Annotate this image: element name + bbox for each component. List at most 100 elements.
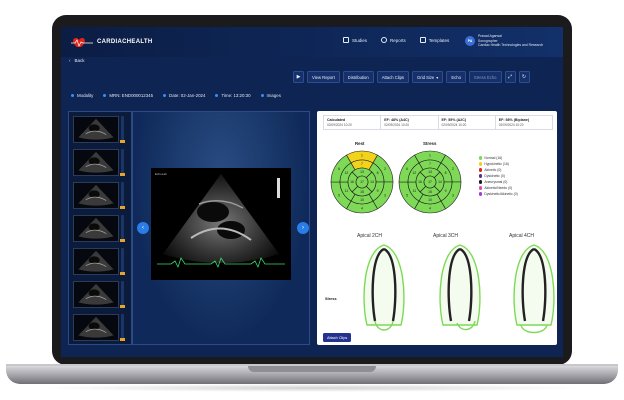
legend-label: Aneurysmal (0): [484, 180, 508, 184]
legend-item: Dyskinetic/Akinetic (0): [479, 191, 518, 197]
templates-icon: [419, 37, 426, 43]
brand-name: CARDIACHEALTH: [97, 39, 153, 45]
echo-thumbnail[interactable]: [73, 116, 119, 143]
user-menu[interactable]: PA Prasad Agarwal Sonographer Cardiac He…: [465, 34, 543, 48]
ef-card-title: EF: 48% (A4C): [384, 118, 409, 122]
echo-thumbnail[interactable]: [73, 248, 119, 275]
thumbnail-scrollbar[interactable]: [121, 116, 124, 143]
legend-label: Normal (16): [484, 156, 503, 160]
app-screen: CARDIACHEALTH Studies Reports Templates …: [61, 27, 563, 357]
stress-echo-tab[interactable]: Stress Echo: [468, 71, 502, 83]
nav-reports[interactable]: Reports: [381, 37, 406, 43]
grid-size-dropdown[interactable]: Grid Size ▾: [412, 71, 444, 83]
nav-studies-label: Studies: [352, 37, 368, 43]
chevron-left-icon: ‹: [142, 225, 144, 231]
avatar: PA: [465, 35, 475, 46]
brand-logo[interactable]: CARDIACHEALTH: [71, 35, 152, 49]
bullseye-segment-number: 2: [384, 167, 386, 171]
info-mrn-text: MRN: END000012345: [109, 93, 154, 98]
thumbnail-image: [78, 118, 114, 140]
thumbnail-image: [78, 283, 114, 305]
legend-swatch-icon: [479, 174, 483, 178]
chevron-down-icon: ▾: [436, 74, 439, 80]
view-report-button[interactable]: View Report: [307, 71, 340, 83]
info-date-text: Date: 02-Jan-2024: [169, 93, 206, 98]
apical-3ch-diagram: [439, 244, 481, 331]
thumbnail-marker: [120, 239, 125, 242]
refresh-button[interactable]: ↻: [518, 71, 530, 83]
echo-thumbnail[interactable]: [73, 281, 119, 308]
prev-image-button[interactable]: ‹: [137, 222, 149, 234]
thumbnail-strip: [68, 111, 132, 345]
attach-clips-report-button[interactable]: Attach Clips: [323, 333, 352, 342]
back-label: Back: [74, 58, 85, 63]
thumbnail-scrollbar[interactable]: [121, 182, 124, 209]
back-link[interactable]: ‹ Back: [69, 58, 85, 63]
apical-4ch-title: Apical 4CH: [509, 233, 535, 239]
bullseye-segment-number: 2: [452, 167, 454, 171]
apical-2ch-title: Apical 2CH: [357, 233, 383, 239]
echo-thumbnail[interactable]: [73, 314, 119, 341]
thumbnail-scrollbar[interactable]: [121, 248, 124, 275]
bullseye-segment-number: 5: [338, 193, 340, 197]
top-nav: Studies Reports Templates: [343, 37, 449, 43]
ef-card-title: Calculated: [327, 118, 346, 122]
nav-templates[interactable]: Templates: [419, 37, 449, 43]
user-org: Cardiac Health Technologies and Research: [478, 43, 544, 48]
bullseye-segment-number: 7: [429, 162, 431, 166]
bullseye-segment-number: 16: [418, 180, 422, 184]
thumbnail-image: [78, 217, 114, 239]
report-panel: Calculated 02/09/2024 10:20 EF: 48% (A4C…: [317, 111, 557, 345]
thumbnail-marker: [120, 305, 125, 308]
laptop-notch: [248, 366, 376, 372]
bullseye-segment-number: 10: [360, 198, 364, 202]
bullseye-segment-number: 7: [361, 162, 363, 166]
legend-label: Akinetic/Needs (0): [484, 186, 513, 190]
bullseye-segment-number: 10: [428, 198, 432, 202]
attach-clips-button[interactable]: Attach Clips: [376, 71, 410, 83]
thumbnail-marker: [120, 140, 125, 143]
echo-thumbnail[interactable]: [73, 149, 119, 176]
bullseye-segment-number: 6: [338, 167, 340, 171]
thumbnail-scrollbar[interactable]: [121, 215, 124, 242]
stress-row-label: Stress: [325, 297, 337, 301]
nav-studies[interactable]: Studies: [343, 37, 367, 43]
bullseye-segment-number: 15: [360, 190, 364, 194]
thumbnail-marker: [120, 206, 125, 209]
bullseye-segment-number: 3: [452, 193, 454, 197]
ef-card: EF: 48% (A4C) 02/09/2024 10:20: [381, 116, 439, 129]
play-button[interactable]: ▶: [293, 71, 304, 83]
thumbnail-scrollbar[interactable]: [121, 314, 124, 341]
echo-thumbnail[interactable]: [73, 182, 119, 209]
bullseye-segment-number: 8: [377, 171, 379, 175]
bullseye-segment-number: 14: [438, 180, 442, 184]
rest-bullseye: 123456789101112 13141516 17: [330, 150, 394, 214]
info-modality-text: Modality: [77, 93, 94, 98]
apical-3ch-title: Apical 3CH: [433, 233, 459, 239]
top-bar: CARDIACHEALTH Studies Reports Templates …: [61, 27, 563, 57]
bullseye-segment-number: 11: [345, 189, 349, 193]
bullseye-segment-number: 13: [428, 170, 432, 174]
stress-bullseye: 123456789101112 13141516 17: [398, 150, 462, 214]
echo-tab[interactable]: Echo: [446, 71, 466, 83]
bullseye-segment-number: 9: [445, 189, 447, 193]
ef-card-date: 02/09/2024 10:20: [384, 123, 410, 127]
heart-logo-icon: [71, 38, 93, 47]
legend-label: Akinetic (0): [484, 168, 502, 172]
bullseye-segment-number: 3: [384, 193, 386, 197]
thumbnail-scrollbar[interactable]: [121, 281, 124, 308]
echo-thumbnail[interactable]: [73, 215, 119, 242]
dot-icon: [215, 94, 219, 97]
echo-image[interactable]: EchoLab: [151, 168, 291, 280]
nav-reports-label: Reports: [390, 37, 406, 43]
ef-card-title: EF: 55% (A2C): [441, 118, 467, 122]
distribution-button[interactable]: Distribution: [342, 71, 374, 83]
fullscreen-button[interactable]: ⤢: [504, 71, 516, 83]
dot-icon: [260, 94, 264, 97]
legend-swatch-icon: [479, 162, 483, 166]
bullseye-segment-number: 11: [413, 189, 417, 193]
thumbnail-scrollbar[interactable]: [121, 149, 124, 176]
next-image-button[interactable]: ›: [297, 222, 309, 234]
echo-viewer: EchoLab ‹ ›: [132, 111, 310, 345]
ef-card-date: 02/09/2024 10:20: [441, 123, 467, 127]
